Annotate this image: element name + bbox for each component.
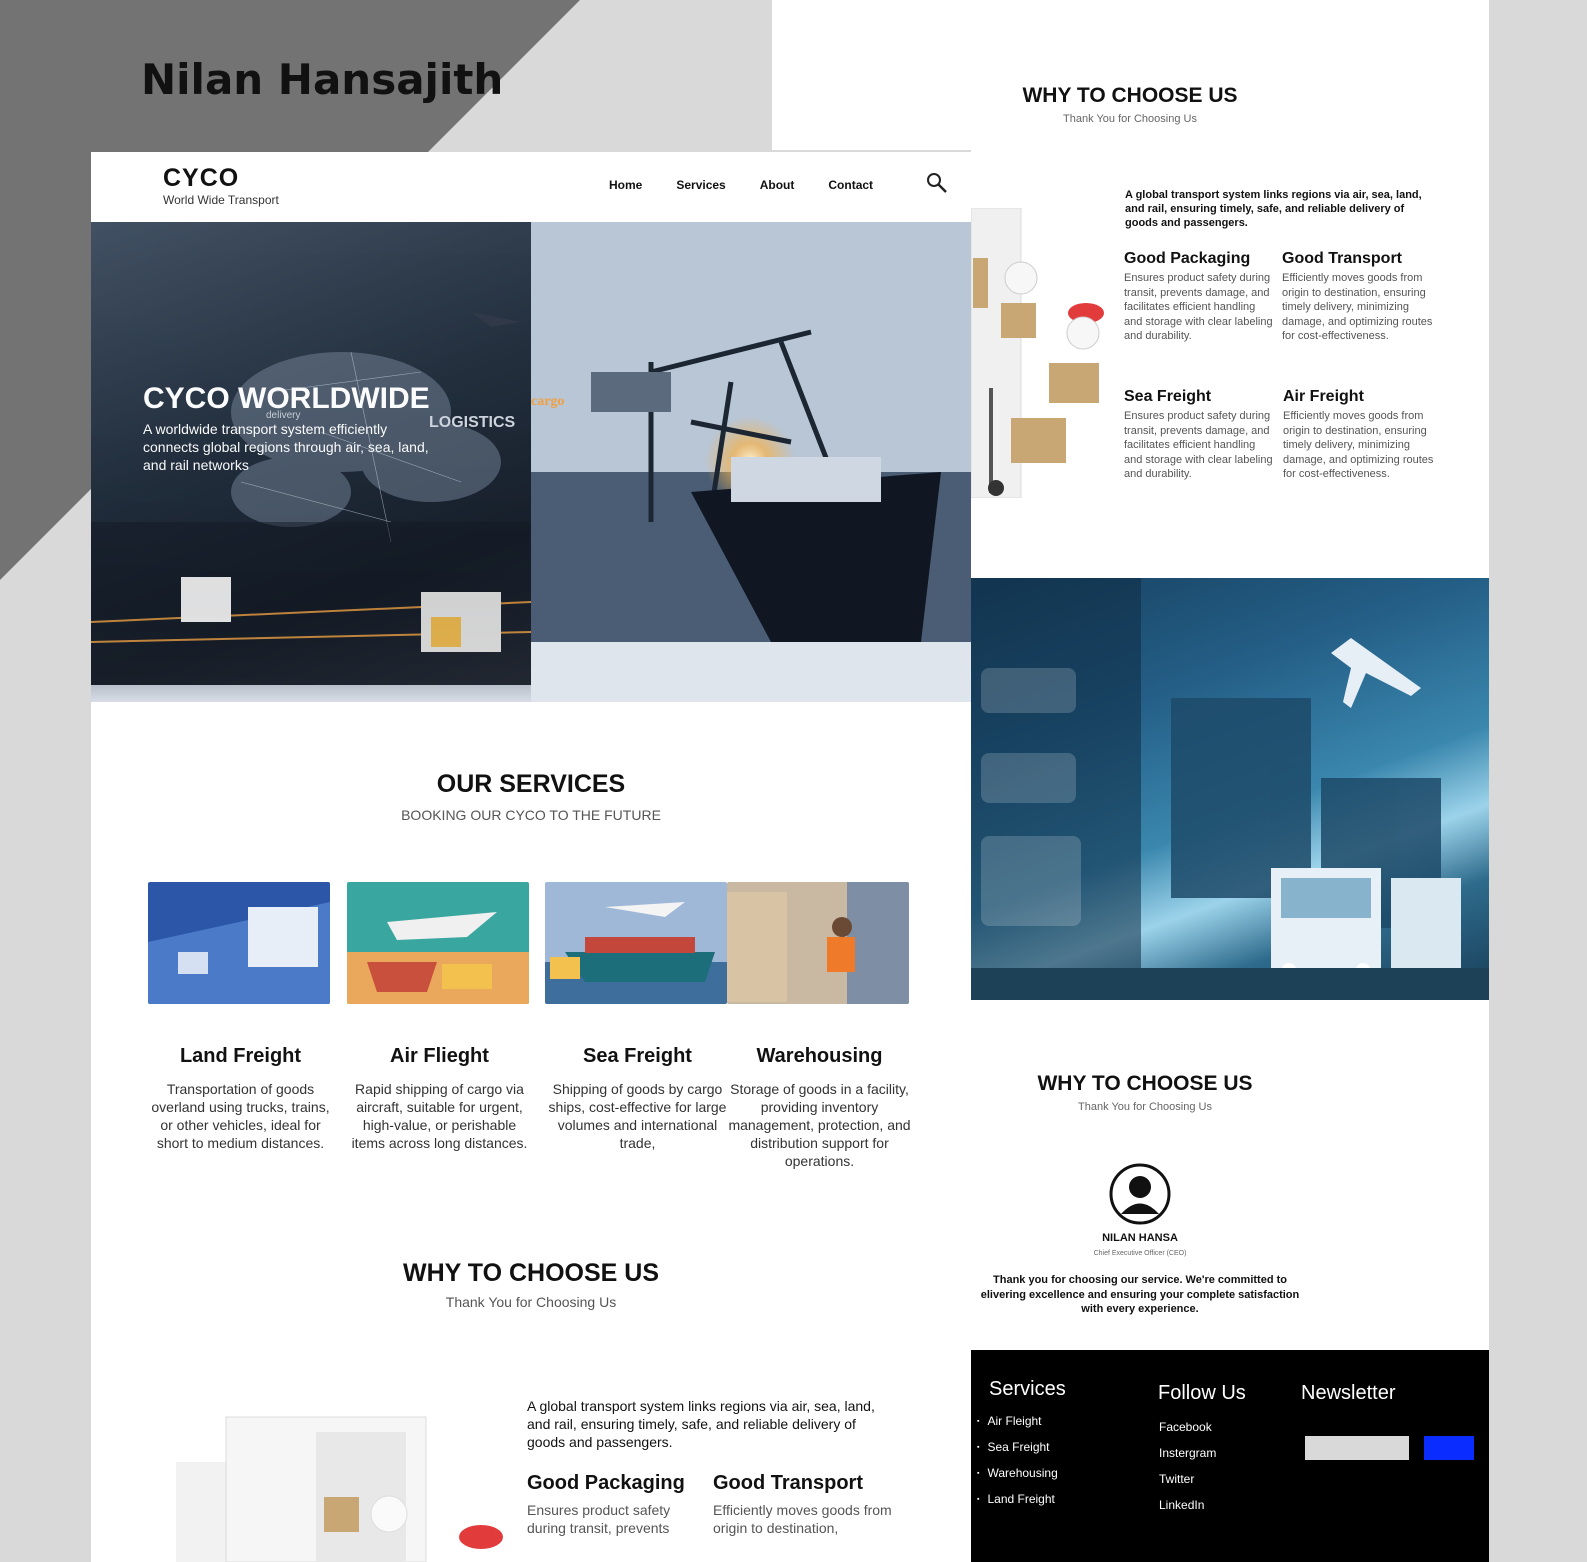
footer-link-sea-freight[interactable]: Sea Freight <box>977 1440 1058 1454</box>
why-subtitle-right: Thank You for Choosing Us <box>1063 113 1197 125</box>
why-subtitle: Thank You for Choosing Us <box>445 1294 617 1310</box>
website-mockup-main: CYCO World Wide Transport Home Services … <box>91 152 971 1562</box>
logistics-photo-illustration <box>971 578 1489 1000</box>
air-freight-image <box>347 882 529 1004</box>
right-panel-top <box>772 0 1489 150</box>
service-card-air[interactable]: Air Flieght Rapid shipping of cargo via … <box>347 882 532 1152</box>
ceo-role: Chief Executive Officer (CEO) <box>1093 1250 1187 1257</box>
feature-good-transport: Good Transport Efficiently moves goods f… <box>1282 250 1434 344</box>
feature-good-transport: Good Transport Efficiently moves goods f… <box>713 1472 923 1537</box>
author-name: Nilan Hansajith <box>141 55 504 104</box>
footer-link-facebook[interactable]: Facebook <box>1159 1420 1216 1434</box>
feature-title: Sea Freight <box>1124 388 1212 405</box>
nav-services[interactable]: Services <box>676 178 725 192</box>
feature-title: Good Transport <box>713 1472 863 1494</box>
search-icon[interactable] <box>926 172 948 194</box>
services-subtitle: BOOKING OUR CYCO TO THE FUTURE <box>401 807 661 823</box>
feature-text: Efficiently moves goods from origin to d… <box>713 1502 892 1536</box>
footer-link-air-fleight[interactable]: Air Fleight <box>977 1414 1058 1428</box>
hero-overlay-panel: LOGISTICS delivery CYCO WORLDWIDE A worl… <box>91 222 531 685</box>
footer-link-twitter[interactable]: Twitter <box>1159 1472 1216 1486</box>
why-intro-right: A global transport system links regions … <box>1125 189 1422 229</box>
nav-menu: Home Services About Contact <box>609 178 907 192</box>
feature-text: Ensures product safety during transit, p… <box>1124 410 1273 480</box>
testimonial-message: Thank you for choosing our service. We'r… <box>980 1274 1300 1315</box>
footer-services-title: Services <box>989 1378 1066 1400</box>
feature-title: Good Transport <box>1282 250 1402 267</box>
feature-sea-freight: Sea Freight Ensures product safety durin… <box>1124 388 1276 482</box>
service-card-sea[interactable]: Sea Freight Shipping of goods by cargo s… <box>545 882 730 1152</box>
footer-link-instagram[interactable]: Instergram <box>1159 1446 1216 1460</box>
nav-contact[interactable]: Contact <box>828 178 873 192</box>
service-title: Land Freight <box>179 1045 302 1067</box>
footer-link-land-freight[interactable]: Land Freight <box>977 1492 1058 1506</box>
services-title: OUR SERVICES <box>436 770 626 798</box>
service-description: Rapid shipping of cargo via aircraft, su… <box>351 1081 528 1151</box>
feature-title: Good Packaging <box>1124 250 1251 267</box>
why-title: WHY TO CHOOSE US <box>402 1259 660 1287</box>
logistics-photo <box>971 578 1489 1000</box>
service-description: Shipping of goods by cargo ships, cost-e… <box>548 1081 727 1151</box>
delivery-figure-image <box>971 208 1104 498</box>
footer-social-list: Facebook Instergram Twitter LinkedIn <box>1159 1420 1216 1524</box>
brand-logo[interactable]: CYCO <box>163 164 239 193</box>
feature-text: Ensures product safety during transit, p… <box>1124 272 1273 342</box>
hero-banner: LOGISTICS delivery CYCO WORLDWIDE A worl… <box>91 222 971 702</box>
land-freight-image <box>148 882 330 1004</box>
testimonial-title: WHY TO CHOOSE US <box>1037 1072 1253 1095</box>
footer: Services Air Fleight Sea Freight Warehou… <box>971 1350 1489 1562</box>
footer-services-list: Air Fleight Sea Freight Warehousing Land… <box>977 1414 1058 1518</box>
brand-tagline: World Wide Transport <box>163 193 279 207</box>
service-title: Air Flieght <box>390 1045 489 1067</box>
delivery-figure-image <box>176 1416 503 1562</box>
service-description: Transportation of goods overland using t… <box>151 1081 330 1151</box>
sea-freight-image <box>545 882 727 1004</box>
nav-about[interactable]: About <box>760 178 795 192</box>
service-title: Warehousing <box>756 1045 883 1067</box>
hero-image-word-cargo: cargo <box>531 394 565 409</box>
service-card-warehousing[interactable]: Warehousing Storage of goods in a facili… <box>727 882 912 1170</box>
warehousing-image <box>727 882 909 1004</box>
feature-good-packaging: Good Packaging Ensures product safety du… <box>1124 250 1276 344</box>
hero-title: CYCO WORLDWIDE <box>143 382 430 415</box>
newsletter-email-input[interactable] <box>1305 1436 1409 1460</box>
service-title: Sea Freight <box>583 1045 692 1067</box>
why-title-right: WHY TO CHOOSE US <box>1022 84 1238 107</box>
feature-text: Ensures product safety during transit, p… <box>527 1502 671 1536</box>
newsletter-submit-button[interactable] <box>1424 1436 1474 1460</box>
footer-newsletter-title: Newsletter <box>1301 1382 1396 1404</box>
feature-text: Efficiently moves goods from origin to d… <box>1282 272 1433 342</box>
why-intro: A global transport system links regions … <box>527 1398 875 1450</box>
feature-good-packaging: Good Packaging Ensures product safety du… <box>527 1472 697 1537</box>
avatar-icon <box>1109 1163 1171 1225</box>
feature-air-freight: Air Freight Efficiently moves goods from… <box>1283 388 1435 482</box>
feature-text: Efficiently moves goods from origin to d… <box>1283 410 1434 480</box>
footer-follow-title: Follow Us <box>1158 1382 1246 1404</box>
feature-title: Good Packaging <box>527 1472 685 1494</box>
service-card-land[interactable]: Land Freight Transportation of goods ove… <box>148 882 333 1152</box>
service-description: Storage of goods in a facility, providin… <box>728 1081 911 1169</box>
nav-home[interactable]: Home <box>609 178 642 192</box>
ceo-name: NILAN HANSA <box>1102 1232 1178 1244</box>
feature-title: Air Freight <box>1283 388 1364 405</box>
footer-link-linkedin[interactable]: LinkedIn <box>1159 1498 1216 1512</box>
hero-description: A worldwide transport system efficiently… <box>143 421 429 473</box>
footer-link-warehousing[interactable]: Warehousing <box>977 1466 1057 1480</box>
navbar: CYCO World Wide Transport Home Services … <box>91 152 971 222</box>
testimonial-subtitle: Thank You for Choosing Us <box>1078 1101 1212 1113</box>
